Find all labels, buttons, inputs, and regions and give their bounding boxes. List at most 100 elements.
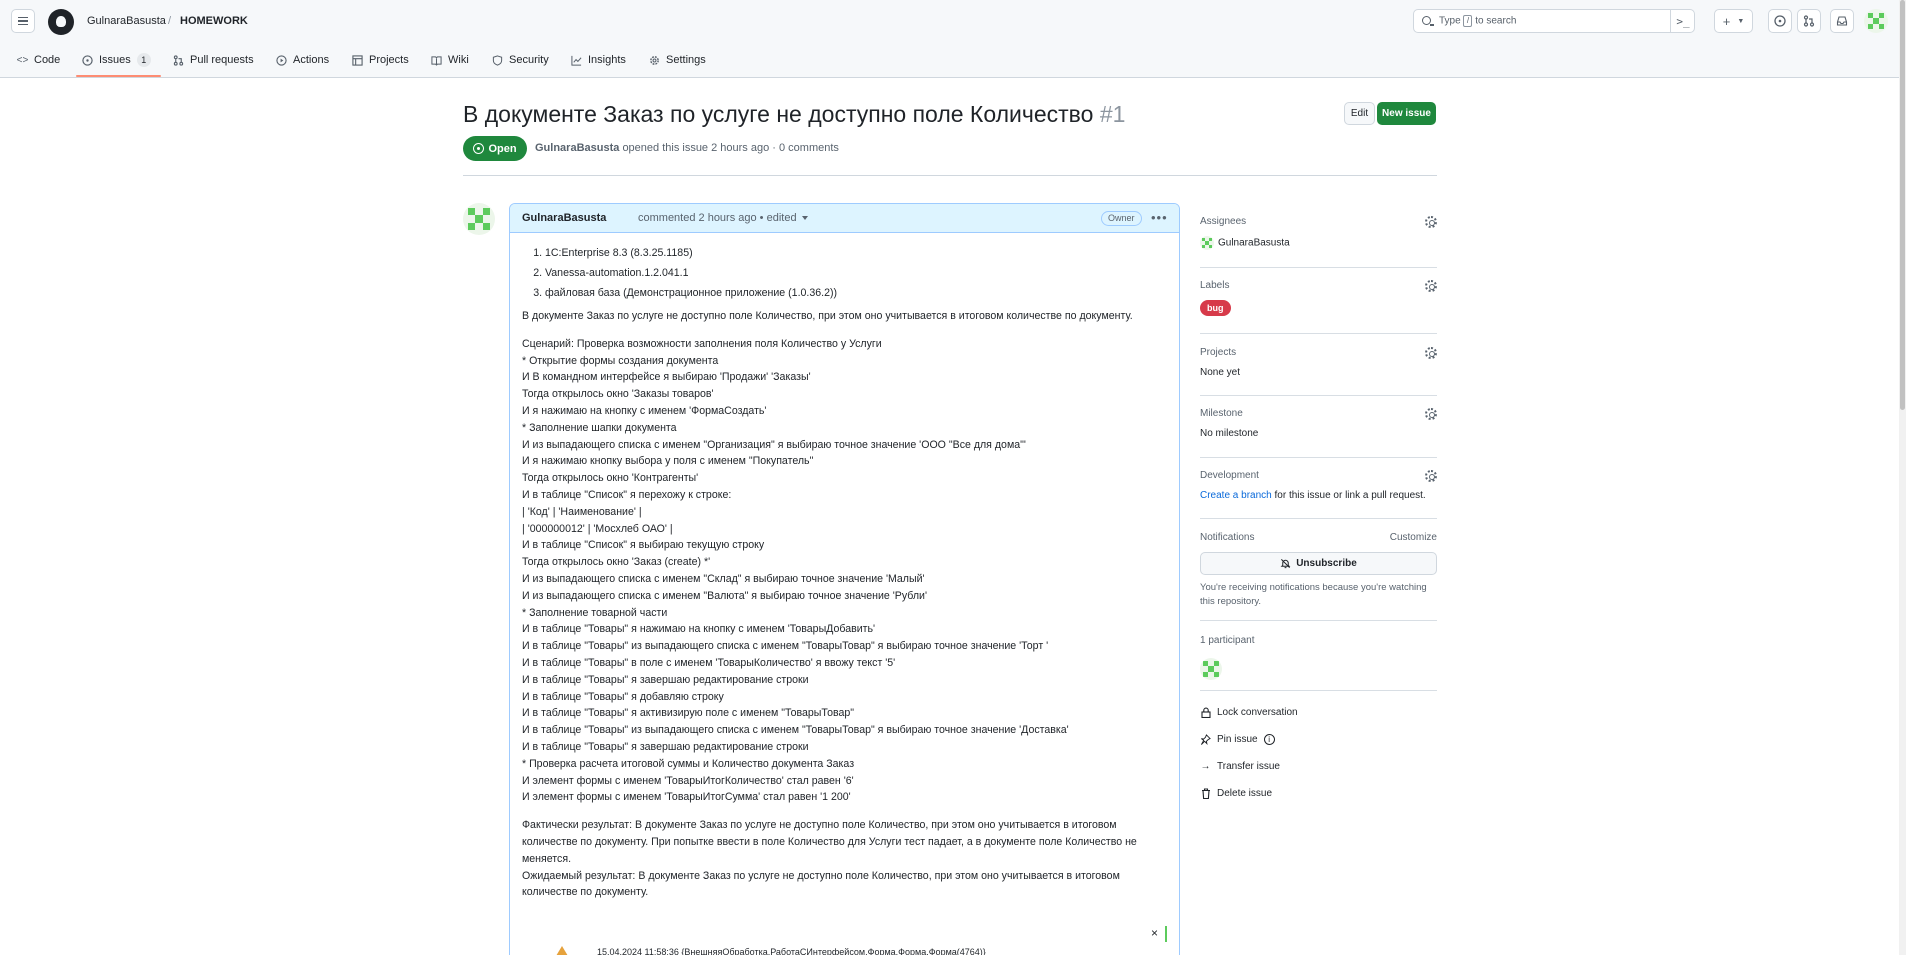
active-tab-indicator	[76, 75, 161, 77]
gear-icon	[649, 55, 660, 66]
gear-icon[interactable]	[1425, 280, 1437, 292]
script-line: И в таблице "Товары" я нажимаю на кнопку…	[522, 623, 876, 636]
customize-link[interactable]: Customize	[1390, 532, 1437, 543]
script-line: И элемент формы с именем 'ТоварыИтогСумм…	[522, 791, 851, 804]
script-line: * Заполнение шапки документа	[522, 421, 677, 434]
participants-heading: 1 participant	[1200, 635, 1255, 646]
tab-wiki[interactable]: Wiki	[431, 52, 469, 68]
tab-settings[interactable]: Settings	[649, 52, 706, 68]
issue-meta-text: opened this issue 2 hours ago · 0 commen…	[622, 142, 839, 154]
tab-projects-label: Projects	[369, 54, 409, 66]
search-input[interactable]: Type / to search	[1413, 9, 1695, 33]
search-placeholder: Type / to search	[1439, 15, 1517, 27]
header-divider	[463, 175, 1437, 176]
issue-meta: GulnaraBasusta opened this issue 2 hours…	[535, 142, 839, 154]
chevron-down-icon	[801, 216, 808, 221]
gear-icon[interactable]	[1425, 347, 1437, 359]
attachment-scroll-indicator	[1165, 926, 1167, 942]
page-scrollbar[interactable]	[1899, 0, 1906, 955]
warning-icon	[556, 946, 568, 955]
comment-author-link[interactable]: GulnaraBasusta	[522, 212, 606, 224]
script-line: И в таблице "Товары" я активизирую поле …	[522, 707, 855, 720]
issue-title-text: В документе Заказ по услуге не доступно …	[463, 101, 1094, 127]
tab-issues[interactable]: Issues 1	[82, 52, 151, 68]
script-line: И я нажимаю кнопку выбора у поля с имене…	[522, 455, 814, 468]
script-line: Сценарий: Проверка возможности заполнени…	[522, 337, 882, 350]
sidebar-divider	[1200, 518, 1437, 519]
tab-pull-requests[interactable]: Pull requests	[173, 52, 254, 68]
participant-avatar[interactable]	[1200, 658, 1222, 680]
comment-author-avatar[interactable]	[463, 203, 495, 235]
issues-icon[interactable]	[1768, 9, 1792, 33]
assignee-item[interactable]: GulnaraBasusta	[1200, 236, 1437, 250]
table-icon	[352, 54, 363, 66]
user-avatar[interactable]	[1864, 9, 1888, 33]
projects-heading: Projects	[1200, 347, 1237, 358]
gear-icon[interactable]	[1425, 216, 1437, 228]
sidebar-assignees: Assignees GulnaraBasusta	[1200, 216, 1437, 250]
lock-conversation-button[interactable]: Lock conversation	[1200, 704, 1298, 720]
script-line: И в таблице "Товары" в поле с именем 'То…	[522, 656, 896, 669]
projects-value: None yet	[1200, 367, 1241, 378]
pull-requests-icon[interactable]	[1797, 9, 1821, 33]
edit-title-button[interactable]: Edit	[1344, 102, 1375, 125]
create-new-button[interactable]: + ▼	[1714, 9, 1753, 33]
github-logo-icon[interactable]	[48, 9, 74, 35]
issue-author-link[interactable]: GulnaraBasusta	[535, 142, 619, 154]
kebab-horizontal-icon[interactable]: •••	[1151, 210, 1168, 225]
tab-actions[interactable]: Actions	[276, 52, 329, 68]
transfer-issue-label: Transfer issue	[1217, 760, 1280, 772]
script-line: И в таблице "Список" я перехожу к строке…	[522, 488, 732, 501]
environment-list: 1C:Enterprise 8.3 (8.3.25.1185) Vanessa-…	[545, 243, 1167, 303]
script-line: И в таблице "Товары" я добавляю строку	[522, 690, 724, 703]
create-branch-link[interactable]: Create a branch	[1200, 490, 1272, 501]
pin-issue-button[interactable]: Pin issue i	[1200, 731, 1275, 747]
sidebar-projects: Projects None yet	[1200, 347, 1437, 378]
delete-issue-label: Delete issue	[1217, 787, 1273, 799]
inbox-icon[interactable]	[1830, 9, 1854, 33]
arrow-right-icon: →	[1200, 760, 1211, 772]
issue-state-label: Open	[488, 142, 517, 155]
sidebar-divider	[1200, 690, 1437, 691]
gear-icon[interactable]	[1425, 470, 1437, 482]
script-line: И В командном интерфейсе я выбираю 'Прод…	[522, 371, 811, 384]
gear-icon[interactable]	[1425, 408, 1437, 420]
info-icon[interactable]: i	[1263, 733, 1275, 745]
unsubscribe-button[interactable]: Unsubscribe	[1200, 552, 1437, 575]
tab-projects[interactable]: Projects	[352, 52, 409, 68]
play-icon	[276, 54, 287, 66]
label-bug[interactable]: bug	[1200, 300, 1231, 316]
sidebar-divider	[1200, 333, 1437, 334]
script-line: И я нажимаю на кнопку с именем 'ФормаСоз…	[522, 404, 767, 417]
script-line: И элемент формы с именем 'ТоварыИтогКоли…	[522, 774, 854, 787]
issue-state-badge: Open	[463, 136, 527, 161]
script-line: И в таблице "Список" я выбираю текущую с…	[522, 539, 765, 552]
issue-title: В документе Заказ по услуге не доступно …	[463, 101, 1125, 128]
new-issue-button[interactable]: New issue	[1377, 102, 1436, 125]
attachment-screenshot: × 15.04.2024 11:58:36 {ВнешняяОбработка.…	[510, 926, 1179, 955]
scrollbar-thumb[interactable]	[1900, 0, 1905, 410]
milestone-heading: Milestone	[1200, 408, 1243, 419]
book-icon	[431, 55, 442, 66]
search-shortcut-key: /	[1463, 15, 1473, 27]
sidebar-participants: 1 participant	[1200, 635, 1437, 680]
assignees-heading: Assignees	[1200, 216, 1247, 227]
close-icon[interactable]: ×	[1151, 926, 1158, 940]
breadcrumb-separator: /	[168, 15, 172, 27]
issue-opened-icon	[473, 143, 485, 154]
script-line: И из выпадающего списка с именем "Валюта…	[522, 589, 927, 602]
chevron-down-icon: ▼	[1737, 17, 1745, 25]
issues-count-badge: 1	[136, 53, 151, 67]
menu-icon[interactable]	[11, 9, 35, 33]
tab-wiki-label: Wiki	[448, 54, 469, 66]
tab-security[interactable]: Security	[492, 52, 549, 68]
command-palette-icon[interactable]: >_	[1670, 9, 1695, 33]
breadcrumb-owner[interactable]: GulnaraBasusta	[87, 15, 166, 27]
delete-issue-button[interactable]: Delete issue	[1200, 785, 1272, 801]
search-icon	[1422, 16, 1434, 26]
transfer-issue-button[interactable]: → Transfer issue	[1200, 758, 1280, 774]
comment-timestamp[interactable]: commented 2 hours ago • edited	[638, 212, 808, 224]
breadcrumb-repo[interactable]: HOMEWORK	[180, 15, 248, 27]
tab-code[interactable]: <> Code	[17, 52, 61, 68]
tab-insights[interactable]: Insights	[571, 52, 626, 68]
